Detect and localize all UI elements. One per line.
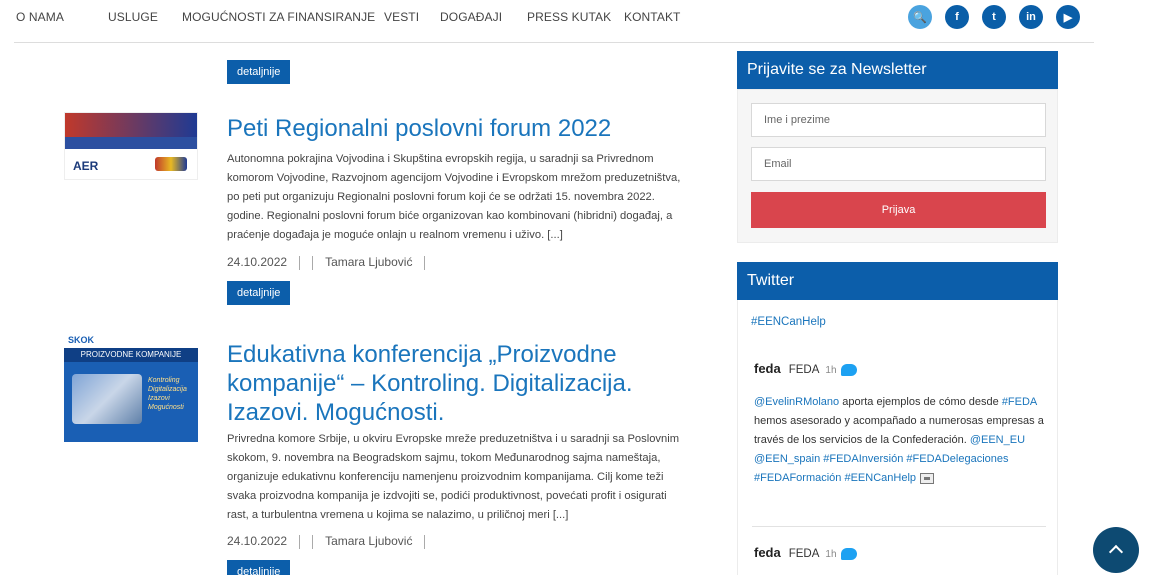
tweet-author[interactable]: FEDA bbox=[789, 548, 820, 560]
meta-separator bbox=[299, 534, 301, 549]
linkedin-icon[interactable]: in bbox=[1019, 5, 1043, 29]
detail-button[interactable]: detaljnije bbox=[227, 281, 291, 305]
name-field[interactable] bbox=[751, 103, 1046, 137]
subscribe-button[interactable]: Prijava bbox=[751, 192, 1046, 228]
tweet-divider bbox=[752, 526, 1046, 527]
chevron-up-icon bbox=[1108, 544, 1124, 560]
tweet-mention[interactable]: @EvelinRMolano bbox=[754, 396, 839, 408]
thumbnail-header: SKOK bbox=[64, 334, 198, 348]
meta-separator bbox=[424, 534, 426, 549]
thumbnail-band bbox=[65, 137, 197, 149]
feda-logo[interactable]: feda bbox=[754, 545, 781, 560]
article-thumbnail-forum[interactable]: AER bbox=[64, 112, 198, 180]
detail-button[interactable]: detaljnije bbox=[227, 60, 291, 84]
nav-item-kontakt[interactable]: KONTAKT bbox=[624, 10, 680, 24]
meta-separator bbox=[299, 255, 301, 270]
twitter-bird-icon bbox=[840, 363, 857, 376]
facebook-icon[interactable]: f bbox=[945, 5, 969, 29]
nav-item-usluge[interactable]: USLUGE bbox=[108, 10, 158, 24]
top-navigation: O NAMA USLUGE MOGUĆNOSTI ZA FINANSIRANJE… bbox=[0, 0, 1158, 36]
feda-logo[interactable]: feda bbox=[754, 361, 781, 376]
article-excerpt: Autonomna pokrajina Vojvodina i Skupštin… bbox=[227, 153, 681, 241]
twitter-bird-icon bbox=[840, 547, 857, 560]
article-thumbnail-conference[interactable]: SKOK PROIZVODNE KOMPANIJE Kontroling Dig… bbox=[64, 334, 198, 456]
newsletter-title: Prijavite se za Newsletter bbox=[737, 51, 1058, 89]
article-title[interactable]: Edukativna konferencija „Proizvodne komp… bbox=[227, 340, 667, 427]
nav-item-finansiranje[interactable]: MOGUĆNOSTI ZA FINANSIRANJE bbox=[182, 10, 375, 24]
skok-logo: SKOK bbox=[68, 335, 95, 345]
twitter-icon[interactable]: t bbox=[982, 5, 1006, 29]
thumbnail-banner bbox=[65, 113, 197, 137]
thumbnail-footer bbox=[64, 442, 198, 456]
scroll-to-top-button[interactable] bbox=[1093, 527, 1139, 573]
tweet-text: @EvelinRMolano aporta ejemplos de cómo d… bbox=[754, 393, 1046, 488]
article-date: 24.10.2022 bbox=[227, 534, 288, 548]
nav-item-dogadjaji[interactable]: DOGAĐAJI bbox=[440, 10, 502, 24]
article-title[interactable]: Peti Regionalni poslovni forum 2022 bbox=[227, 114, 611, 143]
hashtag-link[interactable]: #EENCanHelp bbox=[751, 316, 826, 328]
thumbnail-heading: PROIZVODNE KOMPANIJE bbox=[64, 348, 198, 362]
machine-illustration bbox=[72, 374, 142, 424]
meta-separator bbox=[312, 255, 314, 270]
meta-separator bbox=[312, 534, 314, 549]
article-meta: 24.10.2022 Tamara Ljubović bbox=[227, 255, 437, 270]
article-author[interactable]: Tamara Ljubović bbox=[325, 534, 412, 548]
nav-divider bbox=[14, 42, 1094, 43]
email-field[interactable] bbox=[751, 147, 1046, 181]
detail-button[interactable]: detaljnije bbox=[227, 560, 291, 575]
youtube-icon[interactable]: ▶ bbox=[1056, 5, 1080, 29]
article-excerpt: Privredna komore Srbije, u okviru Evrops… bbox=[227, 433, 680, 521]
meta-separator bbox=[424, 255, 426, 270]
aer-logo: AER bbox=[73, 159, 99, 173]
thumbnail-tagline: Kontroling Digitalizacija Izazovi Mogućn… bbox=[148, 377, 187, 411]
crest-icon bbox=[155, 157, 187, 171]
tweet-header: feda FEDA 1h bbox=[754, 361, 857, 376]
tweet-time[interactable]: 1h bbox=[825, 549, 836, 560]
tweet-hashtag[interactable]: #FEDA bbox=[1002, 396, 1037, 408]
tweet-header: feda FEDA 1h bbox=[754, 545, 857, 560]
article-author[interactable]: Tamara Ljubović bbox=[325, 255, 412, 269]
nav-item-press-kutak[interactable]: PRESS KUTAK bbox=[527, 10, 611, 24]
tweet-text-part: aporta ejemplos de cómo desde bbox=[839, 396, 1002, 408]
tweet-time[interactable]: 1h bbox=[825, 365, 836, 376]
article-meta: 24.10.2022 Tamara Ljubović bbox=[227, 534, 437, 549]
search-icon[interactable]: 🔍 bbox=[908, 5, 932, 29]
nav-item-vesti[interactable]: VESTI bbox=[384, 10, 419, 24]
image-icon[interactable] bbox=[920, 472, 935, 484]
tweet-author[interactable]: FEDA bbox=[789, 364, 820, 376]
article-date: 24.10.2022 bbox=[227, 255, 288, 269]
twitter-title: Twitter bbox=[737, 262, 1058, 300]
nav-item-o-nama[interactable]: O NAMA bbox=[16, 10, 64, 24]
